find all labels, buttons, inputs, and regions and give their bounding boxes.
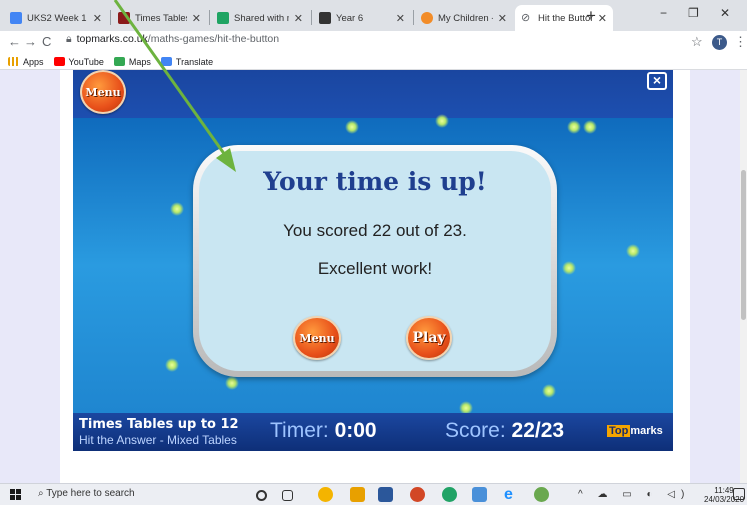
- spag-icon: [421, 12, 433, 24]
- maps-icon: [113, 57, 125, 66]
- sparkle: [435, 114, 449, 128]
- youtube-icon: [53, 57, 65, 66]
- timer-value: 0:00: [334, 419, 377, 442]
- url-domain: topmarks.co.uk: [76, 33, 148, 45]
- sparkle: [170, 202, 184, 216]
- game-header: [73, 70, 673, 118]
- bookmarks-bar: Apps YouTube Maps Translate: [0, 54, 747, 70]
- tab-bar: UKS2 Week 1 Y6 E ✕ Times Tables Rock ✕ S…: [0, 0, 747, 31]
- profile-avatar[interactable]: T: [712, 35, 727, 50]
- apps-grid-icon: [8, 57, 19, 66]
- tab-separator: [311, 10, 312, 25]
- word-icon[interactable]: [378, 487, 393, 502]
- lock-icon: 🔒︎: [66, 33, 72, 45]
- close-tab-icon[interactable]: ✕: [498, 12, 507, 25]
- windows-taskbar: ⌕ Type here to search e ^ ☁ ▭ ◐ ◁) 11:49…: [0, 483, 747, 505]
- close-tab-icon[interactable]: ✕: [598, 12, 607, 25]
- back-button[interactable]: ←: [8, 34, 21, 49]
- tab-separator: [209, 10, 210, 25]
- dialog-title: Your time is up!: [263, 167, 487, 196]
- topmarks-logo[interactable]: Top marks: [607, 425, 663, 437]
- sparkle: [583, 120, 597, 134]
- praise-message: Excellent work!: [317, 259, 433, 278]
- system-tray[interactable]: ^ ☁ ▭ ◐ ◁): [578, 489, 690, 500]
- sparkle: [562, 261, 576, 275]
- paint-icon[interactable]: [534, 487, 549, 502]
- bookmark-translate[interactable]: Translate: [160, 57, 213, 67]
- new-tab-button[interactable]: +: [586, 6, 596, 26]
- score-display: Score: 22/23: [445, 419, 565, 442]
- close-tab-icon[interactable]: ✕: [294, 12, 303, 25]
- address-bar[interactable]: 🔒︎ topmarks.co.uk/maths-games/hit-the-but…: [66, 33, 279, 46]
- app-icon[interactable]: [472, 487, 487, 502]
- tab-year-6[interactable]: Year 6 ✕: [313, 5, 411, 31]
- tab-uks2[interactable]: UKS2 Week 1 Y6 E ✕: [4, 5, 108, 31]
- sparkle: [626, 244, 640, 258]
- edge-icon[interactable]: e: [504, 487, 519, 503]
- maximize-button[interactable]: ❐: [688, 6, 699, 20]
- timer-display: Timer: 0:00: [270, 419, 377, 442]
- bookmark-star-icon[interactable]: ☆: [691, 34, 703, 50]
- bookmark-apps[interactable]: Apps: [8, 57, 44, 67]
- cortana-icon[interactable]: [256, 490, 267, 501]
- bookmark-maps[interactable]: Maps: [113, 57, 151, 67]
- sparkle: [165, 358, 179, 372]
- chrome-icon[interactable]: [318, 487, 333, 502]
- tab-separator: [110, 10, 111, 25]
- browser-toolbar: ← → C 🔒︎ topmarks.co.uk/maths-games/hit-t…: [0, 31, 747, 54]
- notification-icon[interactable]: [733, 488, 745, 500]
- sparkle: [225, 376, 239, 390]
- tab-separator: [413, 10, 414, 25]
- tab-hit-the-button[interactable]: ⊘ Hit the Button - O ✕: [515, 5, 613, 31]
- close-tab-icon[interactable]: ✕: [192, 12, 201, 25]
- app-icon[interactable]: [442, 487, 457, 502]
- classroom-icon: [319, 12, 331, 24]
- drive-icon: [217, 12, 229, 24]
- minimize-button[interactable]: −: [660, 6, 667, 20]
- dialog-panel: Your time is up! You scored 22 out of 23…: [199, 151, 551, 371]
- forward-button[interactable]: →: [24, 34, 37, 49]
- taskbar-search[interactable]: ⌕ Type here to search: [38, 488, 135, 499]
- close-window-button[interactable]: ✕: [720, 6, 730, 20]
- mode-title: Times Tables up to 12: [79, 417, 239, 432]
- sparkle: [567, 120, 581, 134]
- bookmark-youtube[interactable]: YouTube: [53, 57, 104, 67]
- windows-start-icon[interactable]: [10, 489, 22, 501]
- play-button[interactable]: Play: [406, 316, 452, 360]
- sparkle: [345, 120, 359, 134]
- game-footer: Times Tables up to 12 Hit the Answer - M…: [73, 413, 673, 451]
- menu-button[interactable]: Menu: [80, 70, 126, 114]
- docs-icon: [10, 12, 22, 24]
- sparkle: [542, 384, 556, 398]
- scrollbar-thumb[interactable]: [741, 170, 746, 320]
- mode-subtitle: Hit the Answer - Mixed Tables: [79, 433, 237, 447]
- task-view-icon[interactable]: [282, 490, 293, 501]
- check-circle-icon: ⊘: [521, 12, 531, 24]
- close-tab-icon[interactable]: ✕: [93, 12, 102, 25]
- time-up-dialog: Your time is up! You scored 22 out of 23…: [193, 145, 557, 377]
- powerpoint-icon[interactable]: [410, 487, 425, 502]
- score-value: 22/23: [511, 419, 565, 442]
- tab-times-tables-rock[interactable]: Times Tables Rock ✕: [112, 5, 207, 31]
- dialog-menu-button[interactable]: Menu: [293, 316, 341, 360]
- tab-shared-with-me[interactable]: Shared with me - ( ✕: [211, 5, 309, 31]
- tab-my-children[interactable]: My Children - SPAi ✕: [415, 5, 513, 31]
- search-icon: ⌕: [38, 488, 44, 499]
- translate-icon: [160, 57, 172, 66]
- close-icon[interactable]: ×: [647, 72, 667, 90]
- ttrs-icon: [118, 12, 130, 24]
- reload-button[interactable]: C: [42, 34, 51, 49]
- close-tab-icon[interactable]: ✕: [396, 12, 405, 25]
- file-explorer-icon[interactable]: [350, 487, 365, 502]
- url-path: /maths-games/hit-the-button: [147, 33, 280, 45]
- menu-kebab-icon[interactable]: ⋮: [734, 34, 747, 50]
- score-message: You scored 22 out of 23.: [283, 221, 467, 240]
